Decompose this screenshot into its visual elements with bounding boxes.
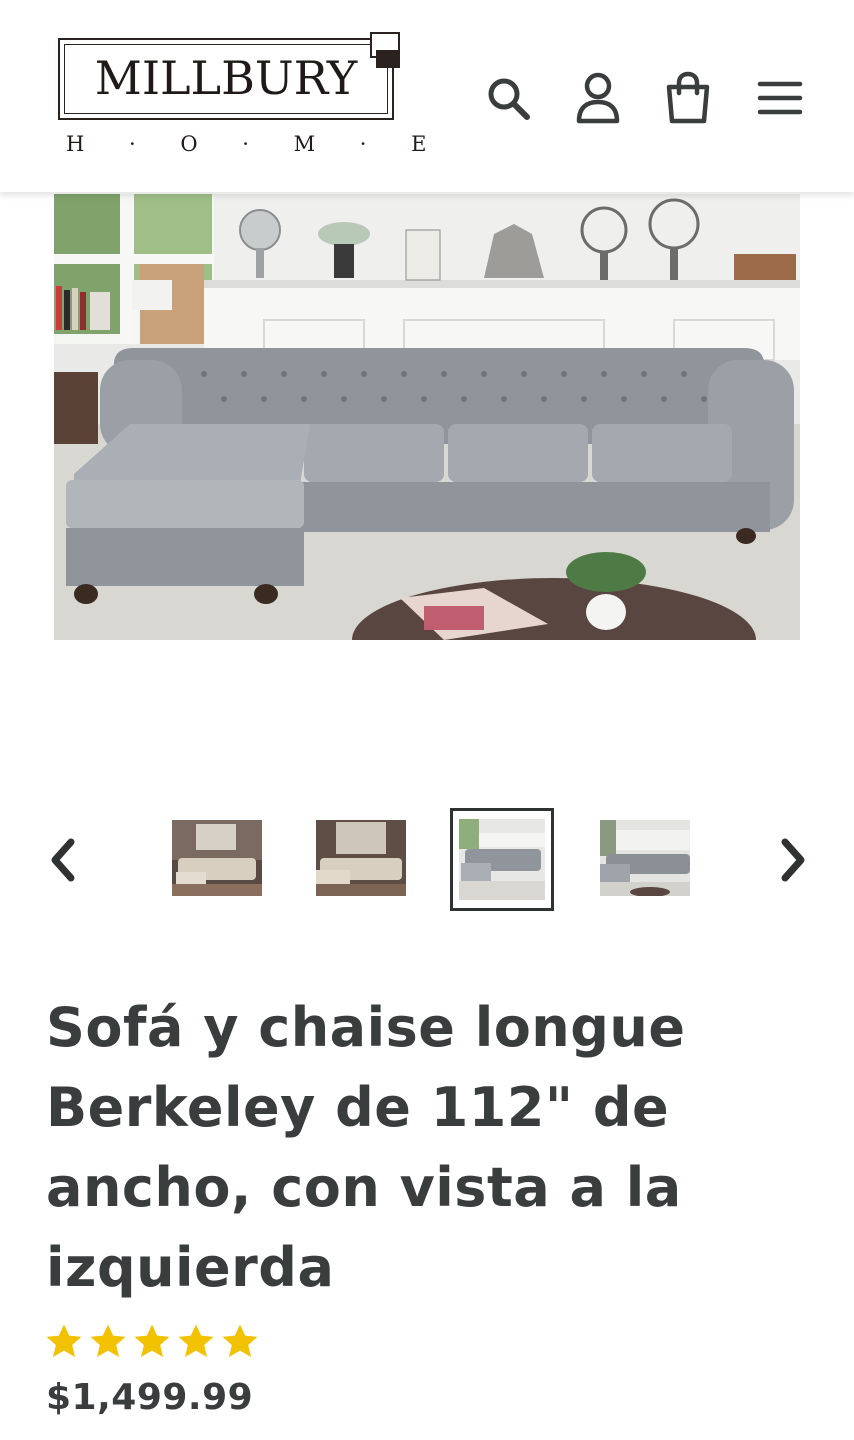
star-icon: [222, 1324, 258, 1357]
sofa-photo: [54, 194, 800, 640]
brand-name: MILLBURY: [94, 51, 358, 105]
title-line: ancho, con vista a la: [46, 1156, 682, 1219]
star-icon: [178, 1324, 214, 1357]
cart-icon: [666, 71, 710, 124]
star-icon: [90, 1324, 126, 1357]
thumbnail-3[interactable]: [450, 808, 554, 911]
menu-button[interactable]: [748, 66, 812, 130]
product-price: $1,499.99: [46, 1377, 254, 1418]
title-line: Berkeley de 112" de: [46, 1076, 670, 1139]
thumbnail-4[interactable]: [600, 820, 690, 896]
account-button[interactable]: [566, 66, 630, 130]
thumbnail-1[interactable]: [172, 820, 262, 896]
brand-tagline: H · O · M · E: [66, 132, 427, 156]
prev-image-button[interactable]: [40, 828, 84, 892]
star-icon: [46, 1324, 82, 1357]
cart-button[interactable]: [656, 66, 720, 130]
chevron-left-icon: [51, 838, 75, 882]
next-image-button[interactable]: [772, 828, 816, 892]
product-main-image[interactable]: [54, 194, 800, 640]
thumbnail-2[interactable]: [316, 820, 406, 896]
star-icon: [134, 1324, 170, 1357]
brand-logo[interactable]: MILLBURY H · O · M · E: [54, 30, 427, 160]
thumbnail-carousel: [0, 800, 854, 920]
site-header: MILLBURY H · O · M · E: [0, 0, 854, 192]
title-line: izquierda: [46, 1236, 335, 1299]
search-button[interactable]: [476, 66, 540, 130]
menu-icon: [757, 81, 803, 115]
account-icon: [576, 72, 620, 124]
search-icon: [488, 78, 530, 120]
chevron-right-icon: [781, 838, 805, 882]
rating-stars[interactable]: [44, 1322, 260, 1366]
title-line: Sofá y chaise longue: [46, 996, 686, 1059]
product-title: Sofá y chaise longue Berkeley de 112" de…: [46, 988, 816, 1308]
